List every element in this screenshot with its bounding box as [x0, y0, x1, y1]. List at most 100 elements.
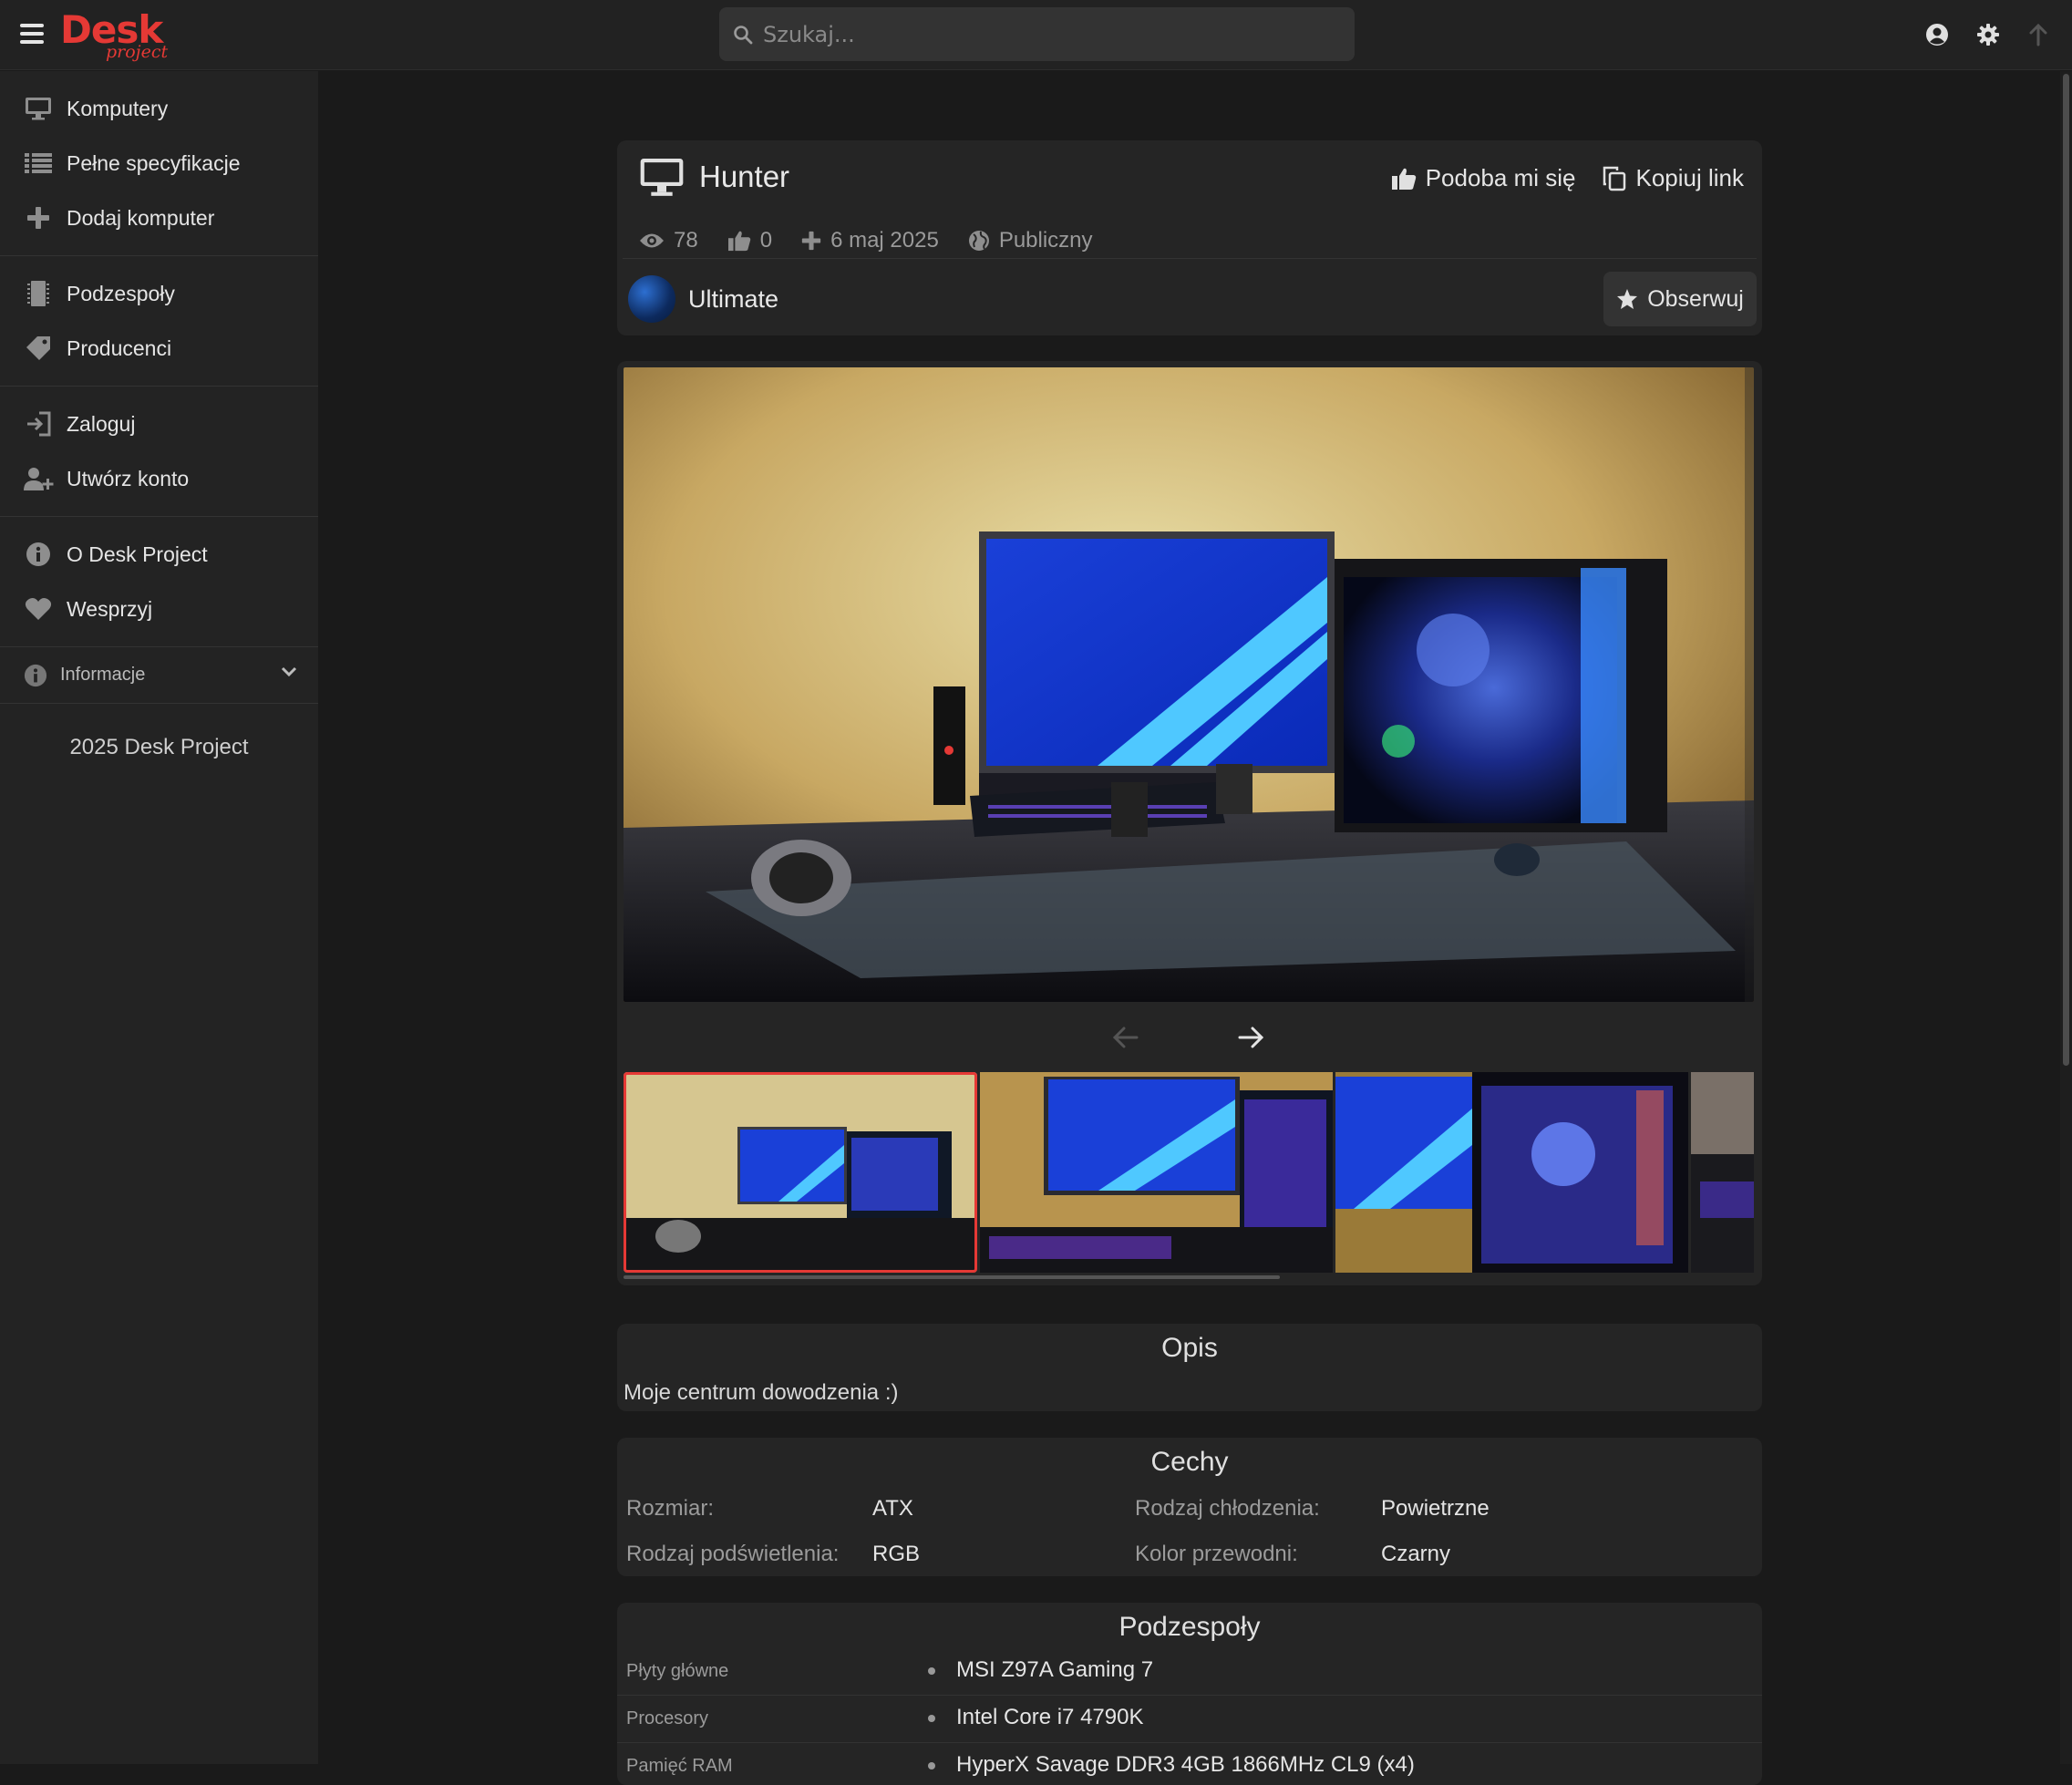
- thumbnail-4[interactable]: [1691, 1072, 1754, 1273]
- sidebar-item-label: Wesprzyj: [67, 596, 153, 621]
- next-photo-arrow-icon[interactable]: [1232, 1019, 1269, 1056]
- previous-photo-arrow-icon[interactable]: [1108, 1019, 1144, 1056]
- sidebar-item-label: Podzespoły: [67, 281, 175, 305]
- nav-group-account: Zaloguj Utwórz konto: [0, 387, 318, 517]
- component-category: Procesory: [626, 1708, 709, 1728]
- divider: [623, 258, 1757, 259]
- search-bar[interactable]: [719, 7, 1355, 61]
- copy-icon: [1603, 166, 1626, 191]
- component-link[interactable]: MSI Z97A Gaming 7: [956, 1657, 1153, 1683]
- component-link[interactable]: Intel Core i7 4790K: [956, 1705, 1143, 1730]
- top-bar: Desk project: [0, 0, 2072, 70]
- nav-group-about: O Desk Project Wesprzyj: [0, 517, 318, 647]
- description-title: Opis: [1161, 1333, 1218, 1363]
- plus-icon: [27, 207, 49, 229]
- sidebar-item-full-specs[interactable]: Pełne specyfikacje: [0, 136, 318, 191]
- views-count: 78: [639, 228, 698, 253]
- sidebar-item-label: Dodaj komputer: [67, 205, 215, 230]
- sidebar-item-label: Utwórz konto: [67, 466, 190, 490]
- components-section: Podzespoły Płyty główne MSI Z97A Gaming …: [617, 1603, 1762, 1785]
- gear-icon[interactable]: [1974, 20, 2003, 49]
- components-title: Podzespoły: [1118, 1612, 1261, 1642]
- copy-link-button[interactable]: Kopiuj link: [1603, 164, 1744, 192]
- user-circle-icon[interactable]: [1923, 20, 1952, 49]
- monitor-icon: [26, 98, 51, 120]
- bullet: [928, 1762, 935, 1770]
- visibility-value: Publiczny: [998, 228, 1093, 253]
- menu-icon[interactable]: [20, 24, 44, 44]
- memory-chip-icon: [27, 281, 49, 306]
- computer-meta: 78 0 6 maj 2025 Publiczny: [639, 222, 1122, 259]
- page-scrollbar[interactable]: [2060, 71, 2072, 1764]
- copyright: 2025 Desk Project: [69, 735, 249, 759]
- table-row: Pamięć RAM HyperX Savage DDR3 4GB 1866MH…: [617, 1743, 1762, 1785]
- bullet: [928, 1667, 935, 1675]
- thumbnail-3[interactable]: [1335, 1072, 1688, 1273]
- nav-group-parts: Podzespoły Producenci: [0, 256, 318, 387]
- component-category: Płyty główne: [626, 1661, 729, 1681]
- sign-in-icon: [27, 411, 51, 437]
- thumbnail-scrollbar[interactable]: [624, 1275, 1280, 1279]
- star-icon: [1617, 289, 1638, 309]
- component-category: Pamięć RAM: [626, 1756, 733, 1776]
- follow-label: Obserwuj: [1647, 285, 1744, 312]
- sidebar: Komputery Pełne specyfikacje Dodaj kompu…: [0, 71, 318, 1764]
- thumbnail-1[interactable]: [624, 1072, 977, 1273]
- scrollbar-thumb[interactable]: [2063, 74, 2069, 1066]
- header-actions: Podoba mi się Kopiuj link: [1364, 164, 1744, 192]
- table-row: Płyty główne MSI Z97A Gaming 7: [617, 1648, 1762, 1696]
- views-value: 78: [674, 228, 698, 253]
- sidebar-item-label: Pełne specyfikacje: [67, 150, 241, 175]
- computer-title-row: Hunter: [639, 157, 789, 197]
- logo[interactable]: Desk project: [60, 7, 168, 62]
- table-row: Procesory Intel Core i7 4790K: [617, 1696, 1762, 1743]
- computer-title: Hunter: [699, 160, 790, 193]
- sidebar-item-add-computer[interactable]: Dodaj komputer: [0, 191, 318, 245]
- thumbs-up-icon: [727, 231, 750, 252]
- sidebar-item-label: O Desk Project: [67, 542, 208, 566]
- plus-icon: [801, 231, 821, 251]
- sidebar-item-about[interactable]: O Desk Project: [0, 527, 318, 582]
- arrow-up-icon[interactable]: [2024, 20, 2053, 49]
- visibility-status: Publiczny: [968, 228, 1093, 253]
- description-text: Moje centrum dowodzenia :): [624, 1380, 899, 1405]
- copy-label: Kopiuj link: [1635, 164, 1744, 191]
- sidebar-item-computers[interactable]: Komputery: [0, 81, 318, 136]
- added-date: 6 maj 2025: [801, 228, 939, 253]
- thumbs-up-icon: [1391, 168, 1416, 190]
- info-icon: [26, 542, 50, 566]
- thumbnail-strip: [624, 1072, 1754, 1273]
- sidebar-item-label: Komputery: [67, 96, 169, 120]
- search-icon: [734, 25, 753, 44]
- feature-cooling-label: Rodzaj chłodzenia:: [1135, 1496, 1320, 1521]
- computer-header: Hunter Podoba mi się Kopiuj link 78 0 6 …: [617, 140, 1762, 335]
- owner-name: Ultimate: [688, 284, 779, 313]
- sidebar-item-register[interactable]: Utwórz konto: [0, 451, 318, 506]
- sidebar-item-manufacturers[interactable]: Producenci: [0, 321, 318, 376]
- feature-lighting-value: RGB: [872, 1542, 921, 1566]
- info-dropdown[interactable]: Informacje: [0, 647, 318, 704]
- feature-size-label: Rozmiar:: [626, 1496, 715, 1521]
- owner-link[interactable]: Ultimate: [628, 275, 778, 323]
- like-label: Podoba mi się: [1425, 164, 1576, 191]
- sidebar-item-components[interactable]: Podzespoły: [0, 266, 318, 321]
- eye-icon: [640, 233, 664, 248]
- avatar: [628, 275, 675, 323]
- heart-icon: [25, 598, 52, 620]
- features-section: Cechy Rozmiar: ATX Rodzaj chłodzenia: Po…: [617, 1438, 1762, 1576]
- component-link[interactable]: HyperX Savage DDR3 4GB 1866MHz CL9 (x4): [956, 1752, 1415, 1778]
- chevron-down-icon: [281, 666, 297, 677]
- photo-gallery: [617, 361, 1762, 1285]
- description-section: Opis Moje centrum dowodzenia :): [617, 1324, 1762, 1411]
- bullet: [928, 1715, 935, 1722]
- follow-button[interactable]: Obserwuj: [1603, 272, 1757, 326]
- monitor-icon: [640, 159, 684, 196]
- main-photo[interactable]: [624, 367, 1754, 1002]
- feature-lighting-label: Rodzaj podświetlenia:: [626, 1542, 840, 1566]
- like-button[interactable]: Podoba mi się: [1391, 164, 1576, 192]
- tag-icon: [26, 336, 50, 360]
- sidebar-item-login[interactable]: Zaloguj: [0, 397, 318, 451]
- search-input[interactable]: [763, 21, 1328, 47]
- thumbnail-2[interactable]: [980, 1072, 1333, 1273]
- sidebar-item-support[interactable]: Wesprzyj: [0, 582, 318, 636]
